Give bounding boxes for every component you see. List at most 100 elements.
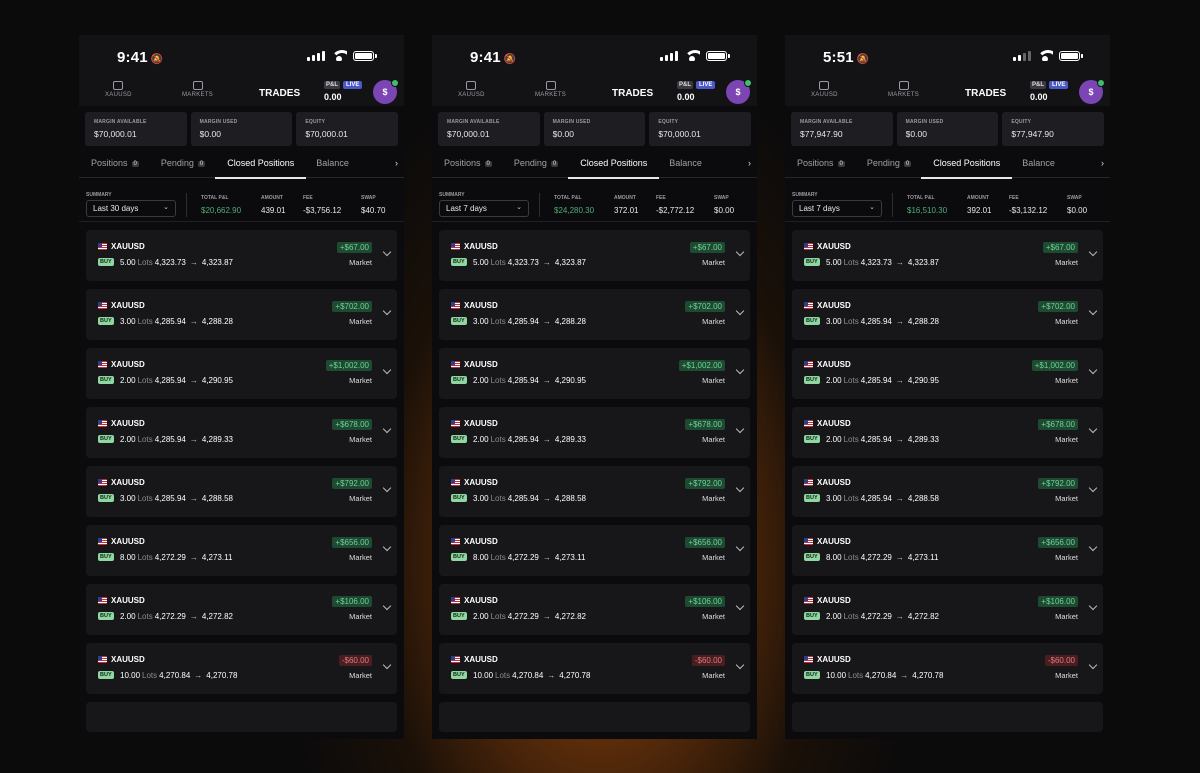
nav-trades[interactable]: TRADES xyxy=(612,88,653,99)
close-price: 4,272.82 xyxy=(907,612,939,621)
tab-positions[interactable]: Positions 0 xyxy=(797,152,845,178)
trade-card[interactable]: XAUUSD BUY 2.00 Lots 4,272.29 → 4,272.82 +$1… xyxy=(439,584,750,635)
tab-balance[interactable]: Balance xyxy=(669,152,702,178)
chevron-down-icon[interactable] xyxy=(735,306,745,316)
tab-positions[interactable]: Positions 0 xyxy=(444,152,492,178)
chevron-down-icon[interactable] xyxy=(382,601,392,611)
trade-card[interactable]: XAUUSD BUY 5.00 Lots 4,323.73 → 4,323.87 +$6… xyxy=(439,230,750,281)
total-pnl-label: TOTAL P&L xyxy=(554,195,582,201)
trade-card[interactable]: XAUUSD BUY 5.00 Lots 4,323.73 → 4,323.87 +$6… xyxy=(792,230,1103,281)
trade-card[interactable]: XAUUSD BUY 2.00 Lots 4,285.94 → 4,289.33 +$6… xyxy=(439,407,750,458)
trade-card[interactable]: XAUUSD BUY 10.00 Lots 4,270.84 → 4,270.78 -$… xyxy=(792,643,1103,694)
lot-size: 8.00 xyxy=(473,553,489,562)
chevron-down-icon[interactable] xyxy=(735,424,745,434)
chevron-down-icon[interactable] xyxy=(382,365,392,375)
divider xyxy=(186,193,187,217)
range-select[interactable]: Last 30 days ⌄ xyxy=(86,200,176,217)
tab-balance[interactable]: Balance xyxy=(316,152,349,178)
tab-pending[interactable]: Pending 0 xyxy=(514,152,559,178)
close-price: 4,288.28 xyxy=(201,317,233,326)
trade-card[interactable]: XAUUSD BUY 2.00 Lots 4,285.94 → 4,290.95 +$1… xyxy=(792,348,1103,399)
tab-closed-positions[interactable]: Closed Positions xyxy=(568,152,660,179)
open-price: 4,272.29 xyxy=(507,612,539,621)
trade-card[interactable] xyxy=(439,702,750,732)
nav-xauusd[interactable]: XAUUSD xyxy=(458,77,485,98)
tab-balance[interactable]: Balance xyxy=(1022,152,1055,178)
tab-closed-positions[interactable]: Closed Positions xyxy=(921,152,1013,179)
trade-card[interactable]: XAUUSD BUY 10.00 Lots 4,270.84 → 4,270.78 -$… xyxy=(439,643,750,694)
total-pnl: TOTAL P&L $24,280.30 xyxy=(554,195,594,215)
trade-card[interactable] xyxy=(86,702,397,732)
trade-card[interactable]: XAUUSD BUY 8.00 Lots 4,272.29 → 4,273.11 +$6… xyxy=(439,525,750,576)
chevron-down-icon[interactable] xyxy=(1088,601,1098,611)
chevron-down-icon[interactable] xyxy=(1088,424,1098,434)
chevron-down-icon[interactable] xyxy=(382,306,392,316)
range-select[interactable]: Last 7 days ⌄ xyxy=(439,200,529,217)
trade-card[interactable]: XAUUSD BUY 2.00 Lots 4,285.94 → 4,290.95 +$1… xyxy=(86,348,397,399)
chevron-down-icon[interactable] xyxy=(1088,483,1098,493)
trade-card[interactable]: XAUUSD BUY 8.00 Lots 4,272.29 → 4,273.11 +$6… xyxy=(792,525,1103,576)
trade-card[interactable]: XAUUSD BUY 2.00 Lots 4,272.29 → 4,272.82 +$1… xyxy=(792,584,1103,635)
chevron-down-icon[interactable] xyxy=(735,660,745,670)
avatar[interactable]: $ xyxy=(726,79,752,104)
nav-markets[interactable]: MARKETS xyxy=(535,77,566,98)
pnl-display: P&L LIVE 0.00 xyxy=(324,81,363,102)
swap-value: $40.70 xyxy=(361,206,386,215)
chevron-down-icon[interactable] xyxy=(1088,660,1098,670)
chevron-down-icon[interactable] xyxy=(1088,306,1098,316)
nav-trades[interactable]: TRADES xyxy=(965,88,1006,99)
trade-card[interactable] xyxy=(792,702,1103,732)
tab-positions[interactable]: Positions 0 xyxy=(91,152,139,178)
nav-markets[interactable]: MARKETS xyxy=(182,77,213,98)
nav-trades[interactable]: TRADES xyxy=(259,88,300,99)
avatar[interactable]: $ xyxy=(1079,79,1105,104)
order-type: Market xyxy=(702,612,725,621)
tab-pending[interactable]: Pending 0 xyxy=(161,152,206,178)
chevron-down-icon[interactable] xyxy=(735,365,745,375)
nav-xauusd[interactable]: XAUUSD xyxy=(811,77,838,98)
trade-card[interactable]: XAUUSD BUY 2.00 Lots 4,285.94 → 4,289.33 +$6… xyxy=(792,407,1103,458)
range-select[interactable]: Last 7 days ⌄ xyxy=(792,200,882,217)
chevron-down-icon[interactable] xyxy=(382,424,392,434)
trade-card[interactable]: XAUUSD BUY 2.00 Lots 4,285.94 → 4,290.95 +$1… xyxy=(439,348,750,399)
tab-label: Pending xyxy=(866,158,900,168)
avatar[interactable]: $ xyxy=(373,79,399,104)
chevron-down-icon[interactable] xyxy=(735,247,745,257)
chevron-down-icon[interactable] xyxy=(382,247,392,257)
chevron-down-icon[interactable] xyxy=(382,660,392,670)
trade-card[interactable]: XAUUSD BUY 3.00 Lots 4,285.94 → 4,288.58 +$7… xyxy=(792,466,1103,517)
trade-card[interactable]: XAUUSD BUY 3.00 Lots 4,285.94 → 4,288.58 +$7… xyxy=(439,466,750,517)
tab-pending[interactable]: Pending 0 xyxy=(866,152,912,178)
trade-card[interactable]: XAUUSD BUY 5.00 Lots 4,323.73 → 4,323.87 +$6… xyxy=(86,230,397,281)
trade-card[interactable]: XAUUSD BUY 3.00 Lots 4,285.94 → 4,288.28 +$7… xyxy=(86,289,397,340)
trade-details: 10.00 Lots 4,270.84 → 4,270.78 xyxy=(826,671,943,680)
chevron-down-icon[interactable] xyxy=(735,601,745,611)
trade-card[interactable]: XAUUSD BUY 2.00 Lots 4,285.94 → 4,289.33 +$6… xyxy=(86,407,397,458)
trade-card[interactable]: XAUUSD BUY 3.00 Lots 4,285.94 → 4,288.28 +$7… xyxy=(792,289,1103,340)
status-bar: 9:41 🔕 xyxy=(79,35,404,75)
trade-card[interactable]: XAUUSD BUY 3.00 Lots 4,285.94 → 4,288.28 +$7… xyxy=(439,289,750,340)
swap: SWAP $0.00 xyxy=(714,195,734,215)
trade-card[interactable]: XAUUSD BUY 2.00 Lots 4,272.29 → 4,272.82 +$1… xyxy=(86,584,397,635)
trade-card[interactable]: XAUUSD BUY 3.00 Lots 4,285.94 → 4,288.58 +$7… xyxy=(86,466,397,517)
clock: 5:51 🔕 xyxy=(823,49,869,66)
pnl-badge: +$656.00 xyxy=(685,537,725,548)
pnl-badge: +$678.00 xyxy=(332,419,372,430)
chevron-down-icon[interactable] xyxy=(1088,247,1098,257)
chevron-down-icon[interactable] xyxy=(1088,542,1098,552)
open-price: 4,323.73 xyxy=(154,258,186,267)
chevron-down-icon[interactable] xyxy=(382,483,392,493)
trade-card[interactable]: XAUUSD BUY 10.00 Lots 4,270.84 → 4,270.78 -$… xyxy=(86,643,397,694)
account-metrics: MARGIN AVAILABLE $70,000.01 MARGIN USED $0.… xyxy=(432,106,757,152)
chevron-right-icon[interactable]: › xyxy=(748,158,751,168)
chevron-down-icon[interactable] xyxy=(382,542,392,552)
nav-xauusd[interactable]: XAUUSD xyxy=(105,77,132,98)
tab-closed-positions[interactable]: Closed Positions xyxy=(215,152,307,179)
nav-markets[interactable]: MARKETS xyxy=(888,77,919,98)
chevron-down-icon[interactable] xyxy=(735,542,745,552)
chevron-down-icon[interactable] xyxy=(1088,365,1098,375)
chevron-down-icon[interactable] xyxy=(735,483,745,493)
trade-card[interactable]: XAUUSD BUY 8.00 Lots 4,272.29 → 4,273.11 +$6… xyxy=(86,525,397,576)
chevron-right-icon[interactable]: › xyxy=(395,158,398,168)
chevron-right-icon[interactable]: › xyxy=(1101,158,1104,168)
